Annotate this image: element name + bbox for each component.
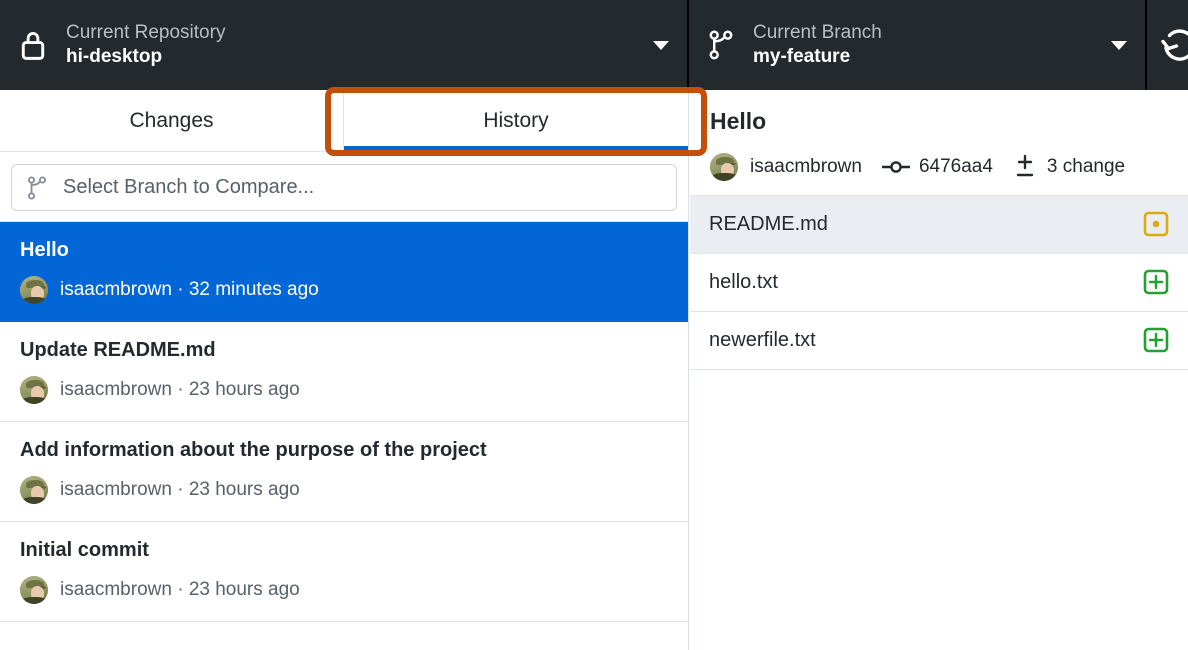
avatar — [20, 276, 48, 304]
changed-file-list: README.md hello.txt ne — [690, 196, 1188, 370]
current-branch-button[interactable]: Current Branch my-feature — [689, 0, 1147, 90]
github-desktop-window: Current Repository hi-desktop Current Br… — [0, 0, 1188, 650]
commit-title: Add information about the purpose of the… — [20, 438, 668, 462]
app-toolbar: Current Repository hi-desktop Current Br… — [0, 0, 1188, 90]
commit-detail-meta: isaacmbrown 6476aa4 3 change — [710, 153, 1168, 181]
history-sidebar: Changes History Select Branch to Compare — [0, 90, 689, 650]
avatar — [20, 376, 48, 404]
tab-history[interactable]: History — [344, 90, 688, 151]
changed-files-count: 3 change — [1047, 156, 1125, 178]
avatar — [20, 476, 48, 504]
lock-icon — [18, 28, 48, 62]
compare-placeholder: Select Branch to Compare... — [63, 176, 314, 199]
commit-list: Hello isaacmbrown · 32 minutes ago Updat… — [0, 221, 688, 622]
commit-byline: isaacmbrown · 32 minutes ago — [60, 279, 319, 301]
changed-file-row[interactable]: hello.txt — [690, 254, 1188, 312]
commit-summary: Hello isaacmbrown 6476aa4 — [690, 90, 1188, 196]
repository-label: Current Repository — [66, 21, 639, 45]
changed-file-row[interactable]: README.md — [690, 196, 1188, 254]
git-commit-icon — [882, 157, 910, 177]
chevron-down-icon[interactable] — [653, 41, 669, 50]
commit-title: Update README.md — [20, 338, 668, 362]
sidebar-tabs: Changes History — [0, 90, 688, 152]
commit-title: Initial commit — [20, 538, 668, 562]
sync-refresh-icon — [1157, 22, 1188, 68]
commit-author: isaacmbrown — [750, 156, 862, 178]
commit-list-item[interactable]: Initial commit isaacmbrown · 23 hours ag… — [0, 522, 688, 622]
chevron-down-icon[interactable] — [1111, 41, 1127, 50]
repository-name: hi-desktop — [66, 45, 639, 70]
file-name: README.md — [709, 213, 1143, 236]
avatar — [710, 153, 738, 181]
branch-name: my-feature — [753, 45, 1097, 70]
commit-meta: isaacmbrown · 23 hours ago — [20, 576, 668, 604]
branch-label: Current Branch — [753, 21, 1097, 45]
diff-plus-minus-icon — [1013, 154, 1037, 180]
branch-text: Current Branch my-feature — [753, 21, 1097, 70]
repository-text: Current Repository hi-desktop — [66, 21, 639, 70]
commit-list-item[interactable]: Hello isaacmbrown · 32 minutes ago — [0, 222, 688, 322]
added-plus-icon — [1143, 269, 1169, 295]
commit-meta: isaacmbrown · 23 hours ago — [20, 376, 668, 404]
avatar — [20, 576, 48, 604]
modified-dot-icon — [1143, 211, 1169, 237]
commit-list-item[interactable]: Add information about the purpose of the… — [0, 422, 688, 522]
tab-changes-label: Changes — [129, 109, 213, 133]
commit-list-item[interactable]: Update README.md isaacmbrown · 23 hours … — [0, 322, 688, 422]
git-branch-icon — [707, 29, 735, 61]
tab-history-label: History — [483, 109, 548, 133]
tab-changes[interactable]: Changes — [0, 90, 344, 151]
select-branch-to-compare-input[interactable]: Select Branch to Compare... — [11, 164, 677, 211]
file-name: hello.txt — [709, 271, 1143, 294]
current-repository-button[interactable]: Current Repository hi-desktop — [0, 0, 689, 90]
commit-title: Hello — [20, 238, 668, 262]
commit-byline: isaacmbrown · 23 hours ago — [60, 379, 300, 401]
added-plus-icon — [1143, 327, 1169, 353]
file-name: newerfile.txt — [709, 329, 1143, 352]
changed-file-row[interactable]: newerfile.txt — [690, 312, 1188, 370]
commit-detail-title: Hello — [710, 108, 1168, 136]
fetch-origin-button[interactable] — [1147, 0, 1188, 90]
git-branch-icon — [26, 175, 48, 201]
commit-meta: isaacmbrown · 23 hours ago — [20, 476, 668, 504]
commit-detail-panel: Hello isaacmbrown 6476aa4 — [690, 90, 1188, 650]
commit-byline: isaacmbrown · 23 hours ago — [60, 479, 300, 501]
commit-byline: isaacmbrown · 23 hours ago — [60, 579, 300, 601]
commit-sha: 6476aa4 — [919, 156, 993, 178]
commit-meta: isaacmbrown · 32 minutes ago — [20, 276, 668, 304]
compare-branch-section: Select Branch to Compare... — [0, 152, 688, 221]
